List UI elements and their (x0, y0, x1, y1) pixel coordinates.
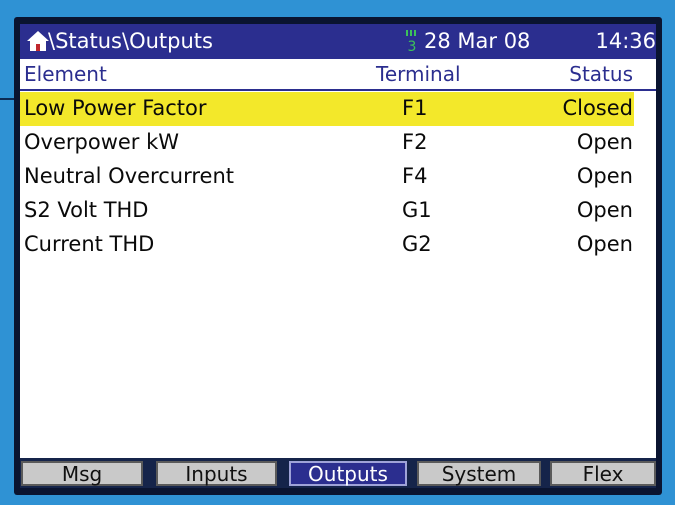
column-header-element: Element (24, 62, 107, 86)
row-element: S2 Volt THD (24, 198, 149, 222)
row-element: Current THD (24, 232, 155, 256)
title-bar: \Status\Outputs 3 28 Mar 08 14:36 (20, 24, 656, 59)
column-header-terminal: Terminal (376, 62, 461, 86)
table-row[interactable]: Current THD G2 Open (20, 228, 656, 262)
table-row[interactable]: S2 Volt THD G1 Open (20, 194, 656, 228)
breadcrumb: \Status\Outputs (48, 29, 213, 53)
row-status: Closed (562, 96, 633, 120)
tab-outputs[interactable]: Outputs (289, 461, 407, 486)
port-status-icon: 3 (406, 30, 417, 54)
row-status: Open (576, 198, 633, 222)
device-screen-bezel: \Status\Outputs 3 28 Mar 08 14:36 Elemen… (14, 17, 662, 495)
row-terminal: G1 (402, 198, 432, 222)
row-element: Low Power Factor (24, 96, 207, 120)
row-terminal: F1 (402, 96, 428, 120)
tab-inputs[interactable]: Inputs (156, 461, 277, 486)
port-indicator-number: 3 (408, 39, 417, 54)
tab-system[interactable]: System (417, 461, 541, 486)
lcd-display: \Status\Outputs 3 28 Mar 08 14:36 Elemen… (20, 24, 656, 488)
row-terminal: F2 (402, 130, 428, 154)
table-row[interactable]: Low Power Factor F1 Closed (20, 92, 634, 126)
time-display: 14:36 (595, 29, 656, 53)
row-status: Open (576, 164, 633, 188)
table-header: Element Terminal Status (20, 59, 656, 91)
row-terminal: F4 (402, 164, 428, 188)
column-header-status: Status (569, 62, 633, 86)
home-icon[interactable] (26, 29, 50, 53)
row-terminal: G2 (402, 232, 432, 256)
tab-flex[interactable]: Flex (550, 461, 656, 486)
date-display: 28 Mar 08 (424, 29, 531, 53)
outputs-table: Low Power Factor F1 Closed Overpower kW … (20, 92, 656, 262)
table-row[interactable]: Overpower kW F2 Open (20, 126, 656, 160)
row-element: Overpower kW (24, 130, 180, 154)
tab-bar: Msg Inputs Outputs System Flex (20, 458, 656, 488)
row-status: Open (576, 130, 633, 154)
table-row[interactable]: Neutral Overcurrent F4 Open (20, 160, 656, 194)
row-element: Neutral Overcurrent (24, 164, 234, 188)
tab-msg[interactable]: Msg (21, 461, 143, 486)
row-status: Open (576, 232, 633, 256)
